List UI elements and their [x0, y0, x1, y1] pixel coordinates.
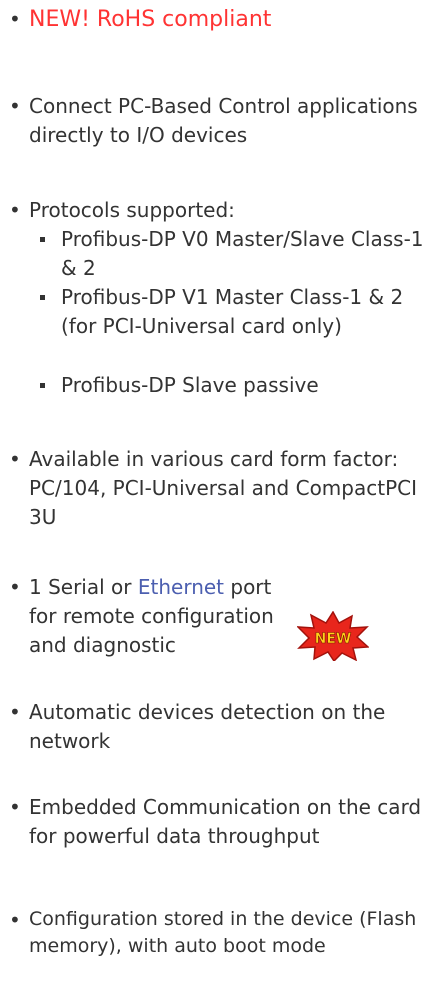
- bullet: •: [9, 795, 21, 819]
- square-bullet-icon: [40, 383, 45, 388]
- sublist-item-text: Profibus-DP V0 Master/Slave Class-1 & 2: [61, 227, 424, 280]
- bullet: •: [9, 198, 21, 222]
- bullet: •: [9, 94, 21, 118]
- new-badge-icon: NEW: [297, 611, 369, 661]
- feature-text: 1 Serial or Ethernet port for remote con…: [29, 573, 299, 660]
- feature-text: NEW! RoHS compliant: [29, 7, 272, 32]
- ethernet-link[interactable]: Ethernet: [138, 575, 224, 599]
- feature-text: Available in various card form factor: P…: [29, 447, 417, 529]
- square-bullet-icon: [40, 295, 45, 300]
- badge-text: NEW: [315, 631, 352, 647]
- bullet: •: [9, 575, 21, 599]
- bullet: •: [9, 908, 21, 932]
- feature-text: Automatic devices detection on the netwo…: [29, 700, 386, 753]
- feature-text: Embedded Communication on the card for p…: [29, 795, 422, 848]
- square-bullet-icon: [40, 237, 45, 242]
- bullet: •: [9, 7, 21, 31]
- sublist-item-text: Profibus-DP V1 Master Class-1 & 2 (for P…: [61, 285, 404, 338]
- bullet: •: [9, 447, 21, 471]
- sublist-item-text: Profibus-DP Slave passive: [61, 373, 319, 397]
- feature-text: Connect PC-Based Control applications di…: [29, 94, 418, 147]
- feature-text: Configuration stored in the device (Flas…: [29, 908, 417, 957]
- bullet: •: [9, 700, 21, 724]
- feature-text: Protocols supported:: [29, 198, 235, 222]
- feature-text-part: 1 Serial or: [29, 575, 138, 599]
